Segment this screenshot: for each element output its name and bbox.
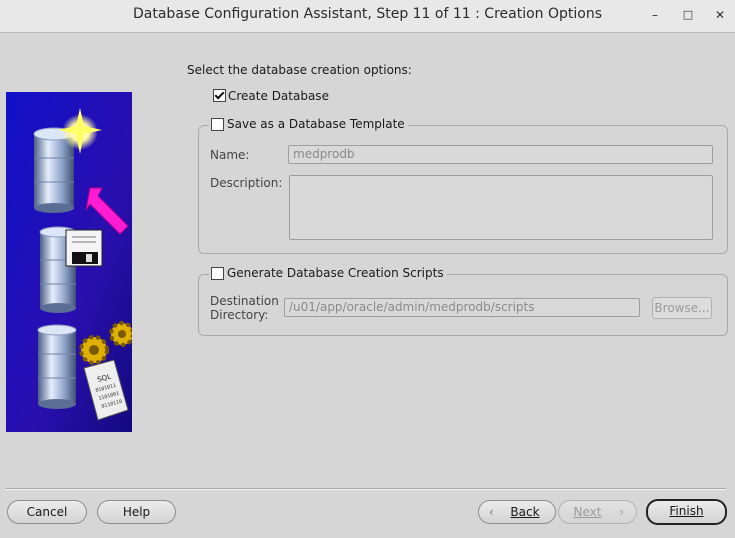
cancel-button[interactable]: Cancel [7,500,87,524]
generate-scripts-label[interactable]: Generate Database Creation Scripts [227,266,444,280]
template-description-label: Description: [210,176,283,190]
title-bar: Database Configuration Assistant, Step 1… [0,0,735,33]
maximize-button[interactable]: □ [678,6,698,24]
back-button[interactable]: ‹ Back [478,500,556,524]
save-template-checkbox[interactable] [211,117,224,131]
finish-button-label: Finish [669,504,704,518]
database-creation-illustration: SQL 0101011 1101001 0110110 [6,92,135,432]
database-cylinder-bottom [37,324,77,409]
footer-separator-highlight [6,489,726,490]
template-name-label: Name: [210,148,250,162]
chevron-right-icon: › [619,505,624,519]
destination-label-line1: Destination [210,294,279,308]
floppy-disk-icon [65,229,103,267]
back-button-label: Back [510,505,540,519]
minimize-button[interactable]: – [645,6,665,24]
next-button-label: Next [573,505,602,519]
save-template-label[interactable]: Save as a Database Template [227,117,405,131]
creation-options-prompt: Select the database creation options: [187,63,412,77]
chevron-left-icon: ‹ [489,505,494,519]
generate-scripts-legend[interactable]: Generate Database Creation Scripts [209,266,447,280]
create-database-label[interactable]: Create Database [228,89,329,103]
destination-directory-label: Destination Directory: [210,294,279,322]
generate-scripts-checkbox[interactable] [211,266,224,280]
browse-button[interactable]: Browse... [652,297,712,319]
next-button[interactable]: Next › [558,500,637,524]
destination-label-line2: Directory: [210,308,269,322]
template-description-field[interactable] [289,175,713,240]
finish-button[interactable]: Finish [646,499,727,525]
close-button[interactable]: ✕ [710,6,730,24]
destination-directory-field[interactable]: /u01/app/oracle/admin/medprodb/scripts [284,298,640,317]
template-name-field[interactable]: medprodb [288,145,713,164]
window-title: Database Configuration Assistant, Step 1… [133,6,602,22]
create-database-checkbox[interactable] [213,89,226,102]
save-template-legend[interactable]: Save as a Database Template [209,117,408,131]
help-button[interactable]: Help [97,500,176,524]
